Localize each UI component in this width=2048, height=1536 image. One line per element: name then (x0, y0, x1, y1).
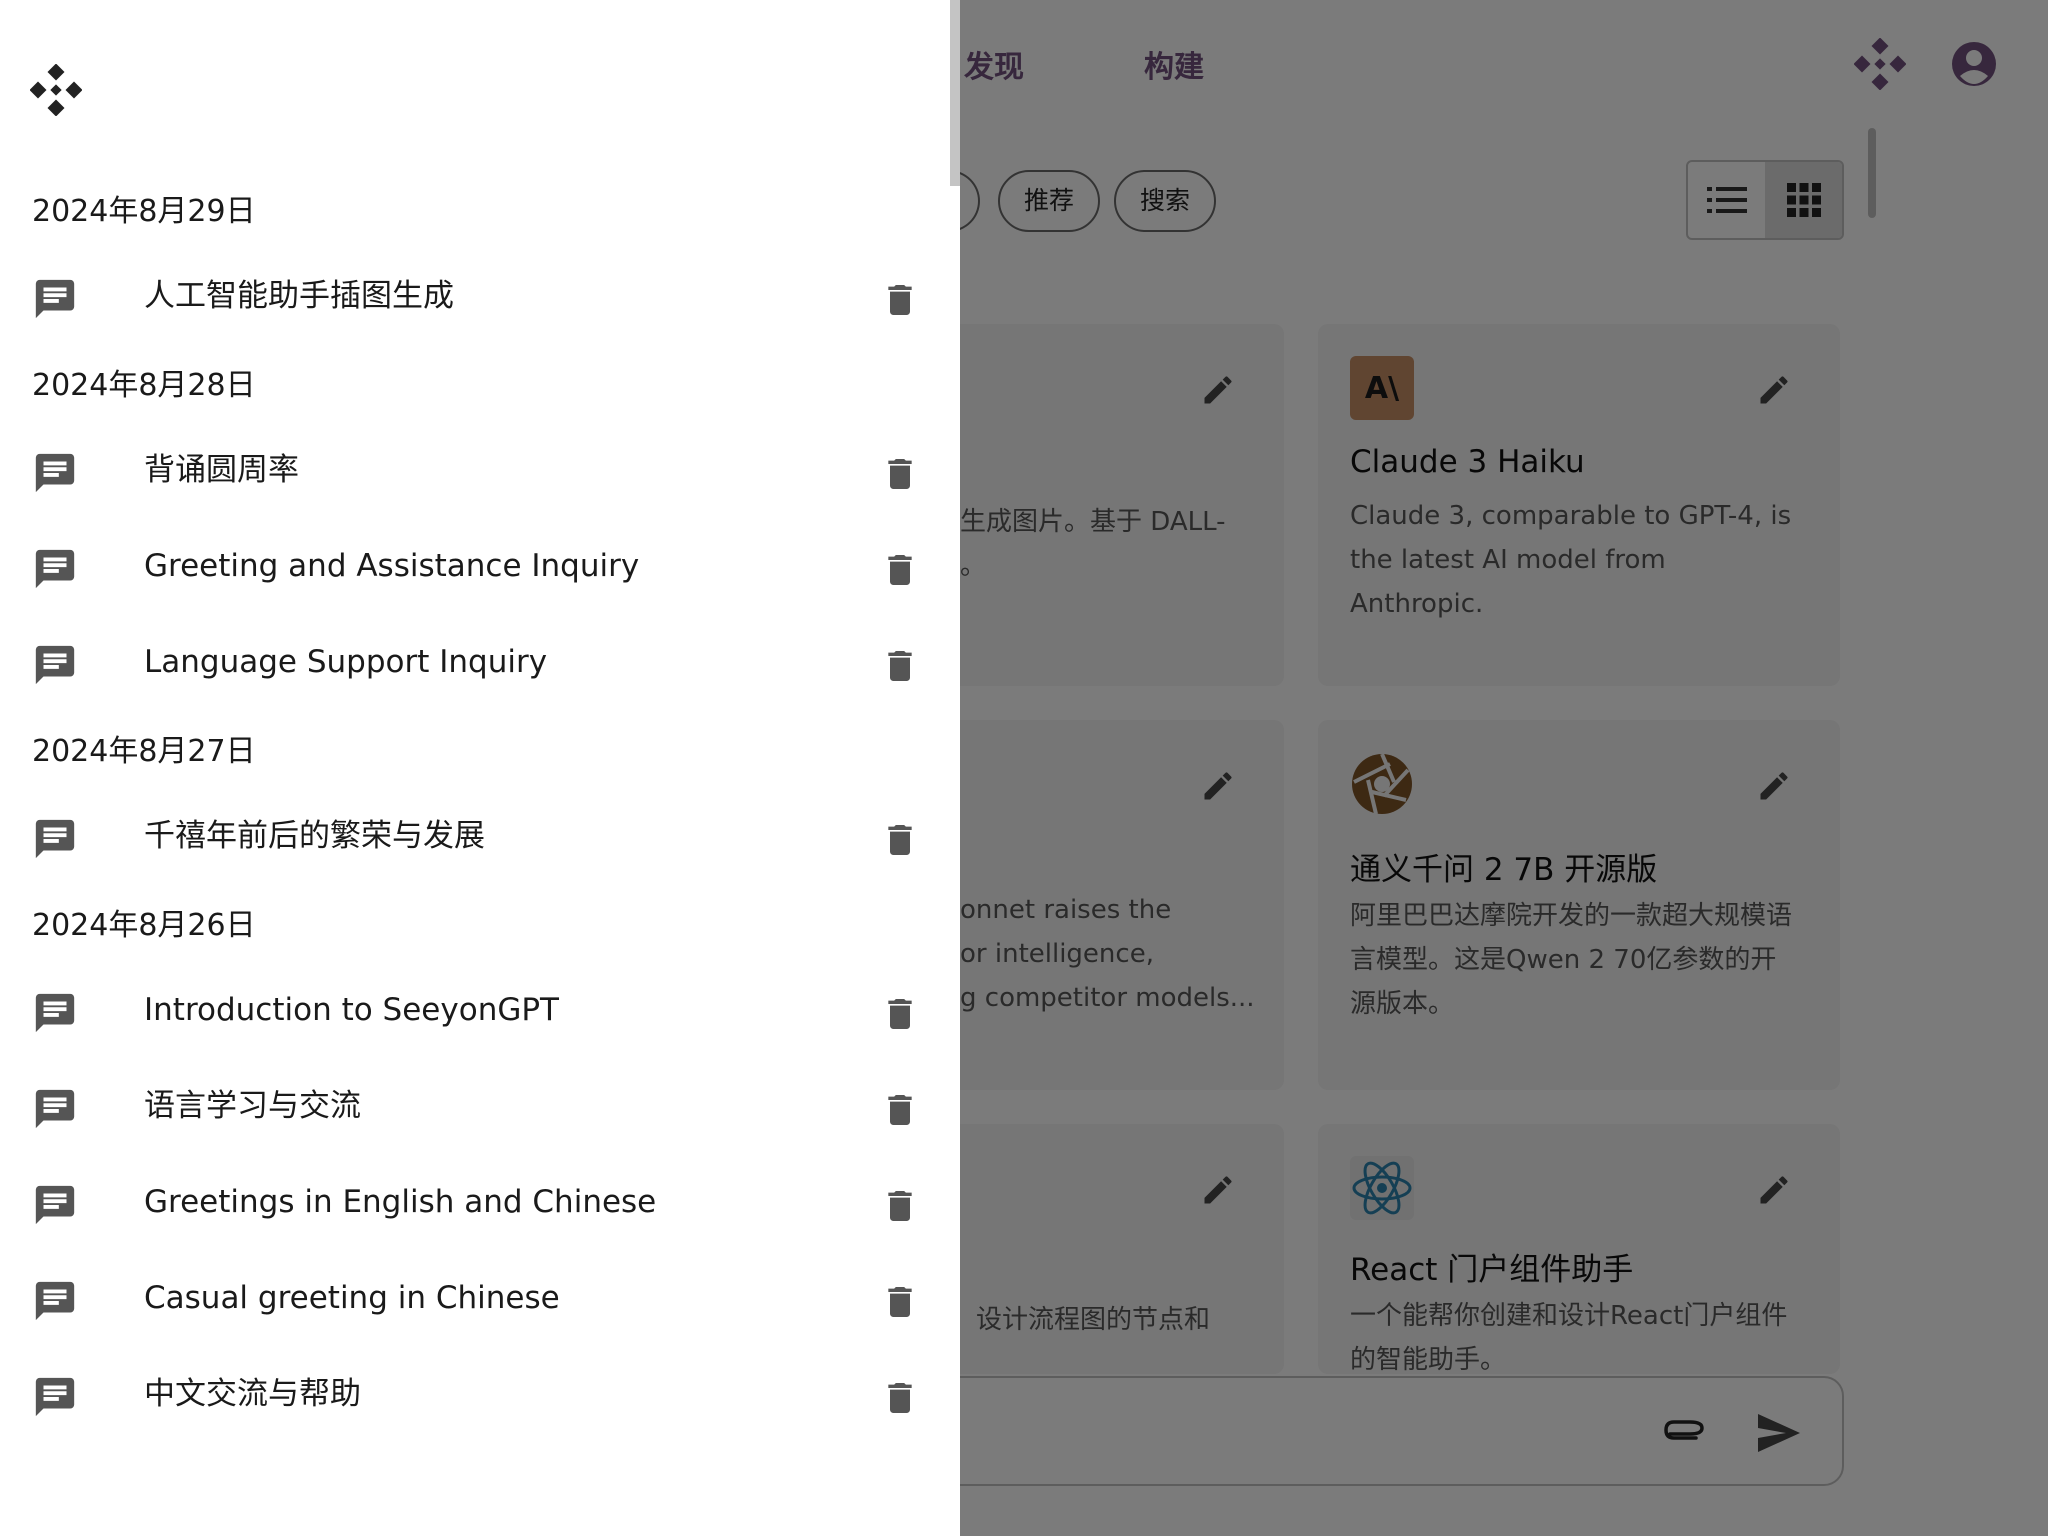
conversation-title: Introduction to SeeyonGPT (144, 992, 559, 1028)
delete-conversation-button[interactable] (880, 992, 920, 1036)
date-group-header: 2024年8月28日 (32, 368, 256, 403)
conversation-item[interactable]: Language Support Inquiry (0, 624, 940, 704)
date-group-header: 2024年8月27日 (32, 734, 256, 769)
trash-icon (880, 285, 920, 326)
conversation-item[interactable]: Greeting and Assistance Inquiry (0, 528, 940, 608)
chat-bubble-icon (32, 276, 78, 322)
conversation-title: Casual greeting in Chinese (144, 1280, 560, 1316)
conversation-title: Language Support Inquiry (144, 644, 548, 680)
trash-icon (880, 1095, 920, 1136)
seeyon-logo-icon[interactable] (30, 64, 82, 116)
trash-icon (880, 1287, 920, 1328)
delete-conversation-button[interactable] (880, 1184, 920, 1228)
chat-bubble-icon (32, 642, 78, 688)
trash-icon (880, 555, 920, 596)
delete-conversation-button[interactable] (880, 452, 920, 496)
chat-bubble-icon (32, 1086, 78, 1132)
conversation-history-drawer: 2024年8月29日人工智能助手插图生成 2024年8月28日背诵圆周率 Greet… (0, 0, 960, 1536)
trash-icon (880, 1383, 920, 1424)
conversation-item[interactable]: Casual greeting in Chinese (0, 1260, 940, 1340)
delete-conversation-button[interactable] (880, 278, 920, 322)
trash-icon (880, 999, 920, 1040)
conversation-title: Greetings in English and Chinese (144, 1184, 657, 1220)
conversation-title: 千禧年前后的繁荣与发展 (144, 818, 485, 854)
conversation-item[interactable]: 语言学习与交流 (0, 1068, 940, 1148)
date-group-header: 2024年8月26日 (32, 908, 256, 943)
chat-bubble-icon (32, 450, 78, 496)
delete-conversation-button[interactable] (880, 644, 920, 688)
chat-bubble-icon (32, 816, 78, 862)
trash-icon (880, 1191, 920, 1232)
conversation-title: Greeting and Assistance Inquiry (144, 548, 640, 584)
chat-bubble-icon (32, 546, 78, 592)
delete-conversation-button[interactable] (880, 1280, 920, 1324)
conversation-title: 中文交流与帮助 (144, 1376, 361, 1412)
chat-bubble-icon (32, 990, 78, 1036)
conversation-item[interactable]: 人工智能助手插图生成 (0, 258, 940, 338)
trash-icon (880, 459, 920, 500)
conversation-title: 语言学习与交流 (144, 1088, 361, 1124)
conversation-title: 人工智能助手插图生成 (144, 278, 454, 314)
conversation-item[interactable]: Introduction to SeeyonGPT (0, 972, 940, 1052)
delete-conversation-button[interactable] (880, 548, 920, 592)
trash-icon (880, 825, 920, 866)
delete-conversation-button[interactable] (880, 1088, 920, 1132)
trash-icon (880, 651, 920, 692)
chat-bubble-icon (32, 1374, 78, 1420)
conversation-title: 背诵圆周率 (144, 452, 299, 488)
chat-bubble-icon (32, 1278, 78, 1324)
date-group-header: 2024年8月29日 (32, 194, 256, 229)
drawer-scrollbar[interactable] (950, 0, 960, 186)
conversation-item[interactable]: 千禧年前后的繁荣与发展 (0, 798, 940, 878)
delete-conversation-button[interactable] (880, 818, 920, 862)
conversation-item[interactable]: Greetings in English and Chinese (0, 1164, 940, 1244)
chat-bubble-icon (32, 1182, 78, 1228)
conversation-item[interactable]: 背诵圆周率 (0, 432, 940, 512)
conversation-item[interactable]: 中文交流与帮助 (0, 1356, 940, 1436)
delete-conversation-button[interactable] (880, 1376, 920, 1420)
